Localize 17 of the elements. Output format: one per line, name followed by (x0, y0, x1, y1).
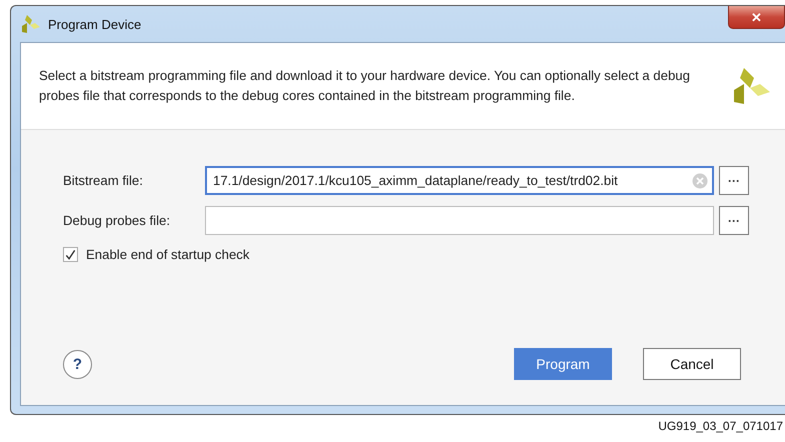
description-text: Select a bitstream programming file and download it to your hardware device. You can optionally select a debug probes file that corresponds to the debug cores contained in the bitstream programming file. (39, 67, 691, 105)
browse-button[interactable]: ··· (719, 206, 749, 235)
field-label: Debug probes file: (63, 213, 172, 228)
file-path-field[interactable] (205, 206, 714, 235)
checkbox[interactable] (63, 247, 78, 262)
file-path-field[interactable]: 17.1/design/2017.1/kcu105_aximm_dataplane/ready_to_test/trd02.bit (205, 166, 714, 195)
logo-icon (20, 14, 40, 34)
clear-icon[interactable] (692, 172, 708, 188)
help-button[interactable]: ? (63, 350, 92, 378)
program-button[interactable]: Program (514, 348, 612, 380)
browse-button[interactable]: ··· (719, 166, 749, 195)
figure-caption: UG919_03_07_071017 (658, 419, 783, 433)
close-button[interactable]: ✕ (728, 6, 785, 29)
field-label: Bitstream file: (63, 173, 144, 188)
window-title: Program Device (48, 16, 142, 32)
checkbox-label: Enable end of startup check (86, 247, 250, 262)
cancel-button[interactable]: Cancel (643, 348, 741, 380)
